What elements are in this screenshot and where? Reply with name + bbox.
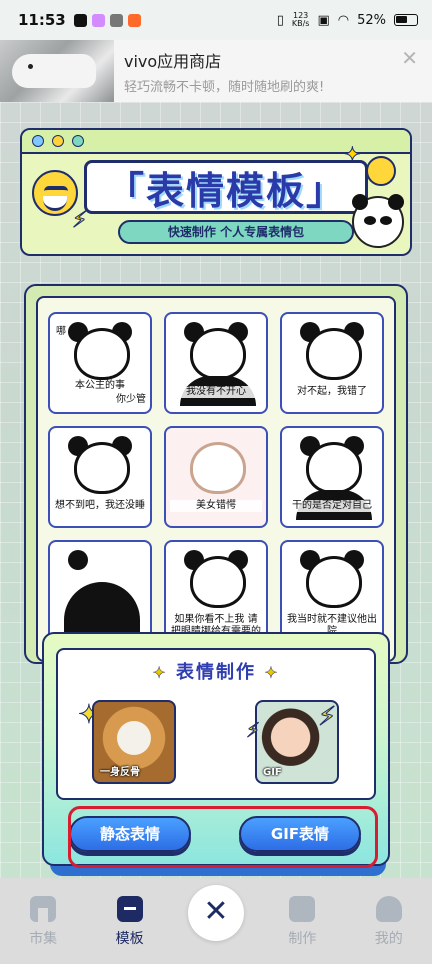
make-title: 表情制作 — [176, 662, 256, 683]
netspeed-unit: KB/s — [291, 19, 310, 28]
static-example-image[interactable]: 一身反骨 — [92, 700, 176, 784]
sparkle-icon: ✦ — [152, 663, 168, 683]
ad-banner[interactable]: vivo应用商店 轻巧流畅不卡顿，随时随地刷的爽! ✕ — [0, 40, 432, 102]
nav-label: 我的 — [374, 931, 403, 947]
template-tile[interactable]: 美女错愕 — [164, 426, 268, 528]
battery-percent: 52% — [357, 12, 386, 28]
template-caption: 本公主的事 — [54, 380, 146, 392]
template-caption: 对不起，我错了 — [286, 386, 378, 398]
make-title-row: ✦ 表情制作 ✦ — [0, 658, 432, 684]
template-caption: 哪 — [56, 326, 66, 337]
tiktok-icon — [73, 13, 87, 27]
thumb-label: 一身反骨 — [100, 767, 140, 778]
ad-subtitle: 轻巧流畅不卡顿，随时随地刷的爽! — [124, 79, 325, 95]
template-tile[interactable] — [48, 540, 152, 642]
app-icon — [91, 13, 105, 27]
nav-label: 制作 — [288, 931, 317, 947]
highlight-annotation — [68, 806, 378, 868]
lightning-icon: ⚡ — [71, 208, 88, 234]
nav-item-market[interactable]: 市集 — [0, 896, 86, 948]
mail-icon — [109, 13, 123, 27]
page-subtitle: 快速制作 个人专属表情包 — [118, 220, 354, 244]
vibrate-icon: ▯ — [276, 12, 284, 28]
nav-item-mine[interactable]: 我的 — [346, 896, 432, 948]
template-caption: 干的是否定对自己 — [286, 500, 378, 512]
edit-icon — [289, 896, 316, 922]
status-time: 11:53 — [18, 11, 66, 29]
template-tile[interactable]: 对不起，我错了 — [280, 312, 384, 414]
template-caption: 我没有不开心 — [170, 386, 262, 398]
app-icon — [127, 13, 141, 27]
status-bar: 11:53 ▯ 123 KB/s ▣ ◠ 52% — [0, 0, 432, 40]
template-tile[interactable]: 我当时就不建议他出院 — [280, 540, 384, 642]
ad-thumbnail — [0, 40, 114, 102]
close-button[interactable]: ✕ — [188, 885, 244, 941]
template-tile[interactable]: 如果你看不上我 请把眼睛挪给有需要的人 — [164, 540, 268, 642]
ad-title: vivo应用商店 — [124, 51, 222, 71]
user-icon — [375, 896, 402, 922]
close-icon[interactable]: ✕ — [401, 46, 418, 70]
window-dot-icon — [32, 135, 44, 147]
thumb-label: GIF — [263, 767, 282, 778]
sparkle-icon: ✦ — [264, 663, 280, 683]
nav-label: 市集 — [29, 931, 58, 947]
smiley-icon — [366, 156, 396, 186]
sim-icon: ▣ — [317, 12, 330, 28]
template-caption: 你少管 — [54, 394, 146, 406]
header-card: ⚡ ✦ 「表情模板」 快速制作 个人专属表情包 — [20, 128, 412, 256]
template-icon — [116, 896, 143, 922]
nav-item-template[interactable]: 模板 — [86, 896, 172, 948]
template-tile[interactable]: 想不到吧，我还没睡 — [48, 426, 152, 528]
template-tile[interactable]: 干的是否定对自己 — [280, 426, 384, 528]
battery-icon — [394, 14, 418, 26]
template-caption: 想不到吧，我还没睡 — [54, 500, 146, 512]
lightning-icon: ⚡ — [245, 718, 261, 743]
nav-label: 模板 — [115, 931, 144, 947]
template-tile[interactable]: 我没有不开心 — [164, 312, 268, 414]
netspeed: 123 KB/s — [292, 12, 310, 28]
panda-icon — [352, 194, 404, 248]
page-title: 「表情模板」 — [84, 160, 368, 214]
nav-item-make[interactable]: 制作 — [259, 896, 345, 948]
window-dot-icon — [72, 135, 84, 147]
lightning-icon: ⚡ — [317, 702, 337, 733]
window-dot-icon — [52, 135, 64, 147]
wifi-icon: ◠ — [337, 12, 350, 28]
template-tile[interactable]: 哪 本公主的事 你少管 — [48, 312, 152, 414]
template-caption: 美女错愕 — [170, 500, 262, 512]
home-icon — [30, 896, 57, 922]
